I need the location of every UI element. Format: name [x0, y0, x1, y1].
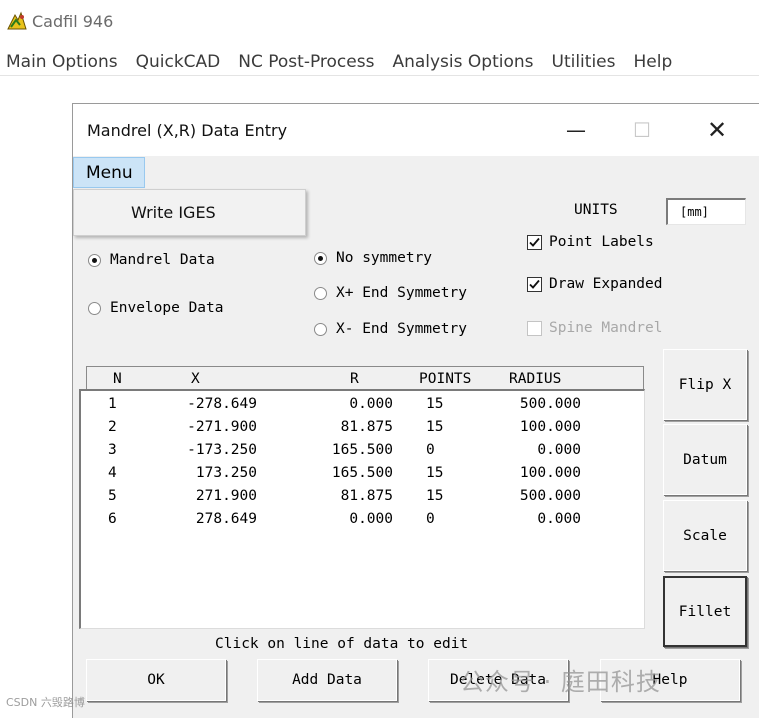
table-row[interactable]: 1 -278.649 0.000 15 500.000 [81, 396, 644, 419]
scale-button[interactable]: Scale [663, 500, 747, 571]
add-data-button[interactable]: Add Data [257, 659, 397, 701]
cell-r: 0.000 [349, 396, 393, 412]
cell-n: 2 [108, 419, 117, 435]
cell-radius: 500.000 [519, 396, 581, 412]
menu-quickcad[interactable]: QuickCAD [130, 52, 227, 72]
table-row[interactable]: 4 173.250 165.500 15 100.000 [81, 465, 644, 488]
checkbox-draw-expanded[interactable]: Draw Expanded [527, 276, 663, 292]
radio-button-selected[interactable] [88, 253, 101, 267]
cell-r: 0.000 [349, 511, 393, 527]
menu-help[interactable]: Help [627, 52, 678, 72]
cell-radius: 100.000 [519, 465, 581, 481]
column-header-points[interactable]: POINTS [419, 371, 471, 387]
radio-envelope-data[interactable]: Envelope Data [88, 300, 224, 316]
radio-xplus-symmetry[interactable]: X+ End Symmetry [314, 285, 467, 301]
dialog-menu[interactable]: Menu [73, 157, 145, 188]
cell-x: -278.649 [187, 396, 257, 412]
cell-points: 15 [426, 419, 444, 435]
checkbox-spine-mandrel-label: Spine Mandrel [549, 320, 663, 336]
radio-mandrel-data-label: Mandrel Data [110, 252, 215, 268]
ok-button[interactable]: OK [86, 659, 226, 701]
menu-item-write-iges[interactable]: Write IGES [131, 203, 216, 222]
checkmark-icon[interactable] [527, 234, 542, 250]
cell-radius: 500.000 [519, 488, 581, 504]
cell-n: 6 [108, 511, 117, 527]
data-table[interactable]: 1 -278.649 0.000 15 500.000 2 -271.900 8… [79, 389, 645, 629]
menu-dropdown: Write IGES [73, 189, 306, 236]
cell-points: 0 [426, 442, 435, 458]
close-button[interactable]: ✕ [697, 116, 737, 144]
cell-x: 278.649 [195, 511, 257, 527]
radio-button[interactable] [88, 301, 101, 315]
cell-points: 15 [426, 488, 444, 504]
checkbox-spine-mandrel: Spine Mandrel [527, 320, 663, 336]
minimize-button[interactable]: — [556, 116, 596, 144]
cell-n: 3 [108, 442, 117, 458]
table-row[interactable]: 5 271.900 81.875 15 500.000 [81, 488, 644, 511]
cell-points: 15 [426, 396, 444, 412]
checkbox-point-labels-label: Point Labels [549, 234, 654, 250]
column-header-n[interactable]: N [113, 371, 122, 387]
column-header-r[interactable]: R [350, 371, 359, 387]
radio-button[interactable] [314, 286, 327, 300]
app-title: Cadfil 946 [32, 11, 114, 31]
table-row[interactable]: 3 -173.250 165.500 0 0.000 [81, 442, 644, 465]
cell-x: 173.250 [195, 465, 257, 481]
cell-x: 271.900 [195, 488, 257, 504]
menu-analysis-options[interactable]: Analysis Options [386, 52, 539, 72]
cell-n: 1 [108, 396, 117, 412]
menu-main-options[interactable]: Main Options [0, 52, 124, 72]
cell-r: 165.500 [331, 442, 393, 458]
cell-radius: 0.000 [537, 442, 581, 458]
radio-xplus-symmetry-label: X+ End Symmetry [336, 285, 467, 301]
cadfil-logo-icon [7, 11, 27, 30]
menu-utilities[interactable]: Utilities [546, 52, 622, 72]
column-header-radius[interactable]: RADIUS [509, 371, 561, 387]
radio-no-symmetry[interactable]: No symmetry [314, 250, 432, 266]
checkbox-empty-icon [527, 320, 542, 336]
flip-x-button[interactable]: Flip X [663, 349, 747, 420]
cell-r: 81.875 [340, 488, 393, 504]
cell-points: 15 [426, 465, 444, 481]
fillet-button[interactable]: Fillet [663, 576, 747, 647]
radio-button[interactable] [314, 322, 327, 336]
mandrel-data-entry-dialog: Mandrel (X,R) Data Entry — ☐ ✕ Menu Writ… [72, 103, 759, 718]
cell-n: 5 [108, 488, 117, 504]
datum-button[interactable]: Datum [663, 424, 747, 495]
radio-mandrel-data[interactable]: Mandrel Data [88, 252, 215, 268]
checkbox-point-labels[interactable]: Point Labels [527, 234, 654, 250]
cell-x: -173.250 [187, 442, 257, 458]
cell-n: 4 [108, 465, 117, 481]
watermark-text: 公众号 · 庭田科技 [460, 668, 661, 696]
cell-r: 81.875 [340, 419, 393, 435]
dialog-titlebar: Mandrel (X,R) Data Entry — ☐ ✕ [73, 104, 759, 156]
radio-no-symmetry-label: No symmetry [336, 250, 433, 266]
cell-points: 0 [426, 511, 435, 527]
radio-envelope-data-label: Envelope Data [110, 300, 224, 316]
table-row[interactable]: 6 278.649 0.000 0 0.000 [81, 511, 644, 534]
column-header-x[interactable]: X [191, 371, 200, 387]
checkmark-icon[interactable] [527, 276, 542, 292]
radio-xminus-symmetry[interactable]: X- End Symmetry [314, 321, 467, 337]
corner-watermark: CSDN 六毁路博 [6, 696, 85, 709]
cell-radius: 0.000 [537, 511, 581, 527]
cell-radius: 100.000 [519, 419, 581, 435]
checkbox-draw-expanded-label: Draw Expanded [549, 276, 663, 292]
units-label: UNITS [574, 202, 618, 218]
radio-button-selected[interactable] [314, 251, 327, 265]
cell-x: -271.900 [187, 419, 257, 435]
dialog-title: Mandrel (X,R) Data Entry [87, 121, 288, 140]
cell-r: 165.500 [331, 465, 393, 481]
table-row[interactable]: 2 -271.900 81.875 15 100.000 [81, 419, 644, 442]
units-field[interactable]: [mm] [666, 198, 746, 225]
maximize-button: ☐ [633, 118, 651, 142]
app-title-bar: Cadfil 946 [6, 10, 113, 32]
main-menubar: Main Options QuickCAD NC Post-Process An… [0, 48, 759, 76]
edit-hint-text: Click on line of data to edit [215, 636, 469, 652]
radio-xminus-symmetry-label: X- End Symmetry [336, 321, 467, 337]
menu-nc-post-process[interactable]: NC Post-Process [232, 52, 380, 72]
